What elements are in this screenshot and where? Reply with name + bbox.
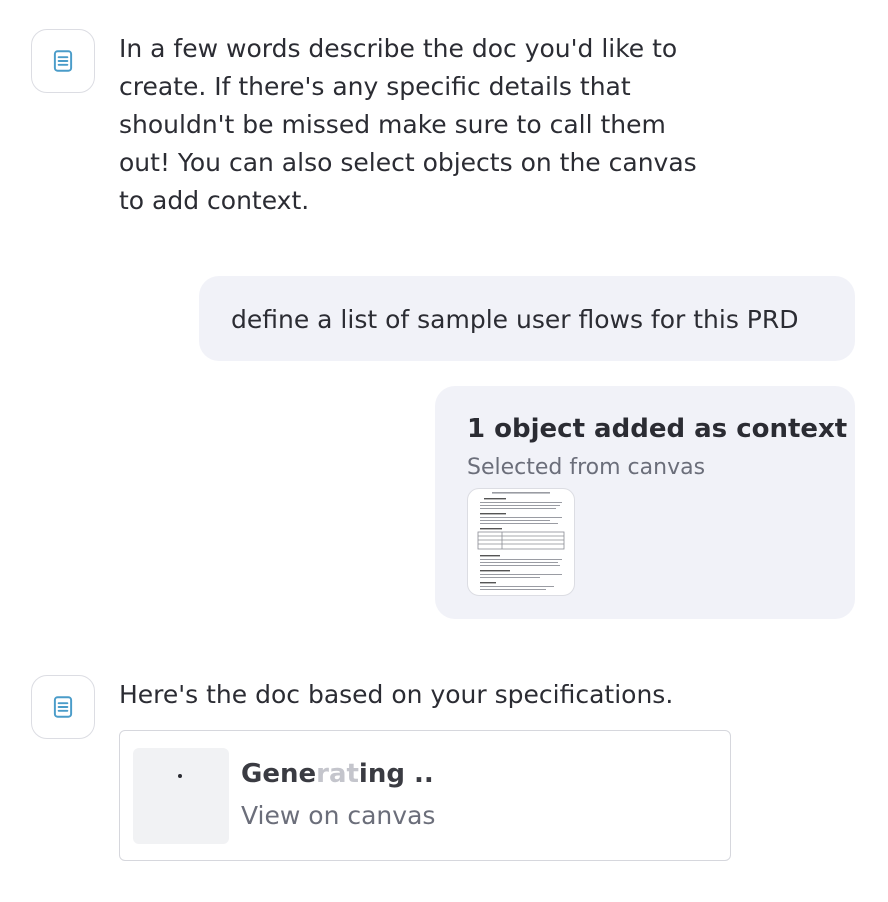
doc-thumbnail-placeholder (133, 748, 229, 844)
assistant-intro-message: In a few words describe the doc you'd li… (119, 30, 697, 220)
doc-status-faded: rat (316, 759, 359, 789)
loading-indicator-icon (178, 774, 182, 778)
message-line: create. If there's any specific details … (119, 72, 631, 101)
doc-status-title: Generating .. (241, 759, 434, 789)
assistant-reply-message: Here's the doc based on your specificati… (119, 680, 674, 709)
assistant-avatar (31, 29, 95, 93)
message-line: In a few words describe the doc you'd li… (119, 34, 678, 63)
message-line: to add context. (119, 186, 310, 215)
context-subtitle: Selected from canvas (467, 455, 706, 480)
user-message-text: define a list of sample user flows for t… (231, 305, 799, 334)
message-line: out! You can also select objects on the … (119, 148, 697, 177)
chat-thread: In a few words describe the doc you'd li… (0, 0, 888, 902)
user-message-bubble: define a list of sample user flows for t… (199, 276, 855, 361)
document-preview-thumbnail (477, 492, 565, 590)
generated-doc-card[interactable]: Generating .. View on canvas (119, 730, 731, 861)
view-on-canvas-link[interactable]: View on canvas (241, 801, 435, 830)
document-icon (53, 50, 73, 72)
doc-status-visible: Gene (241, 759, 317, 789)
context-title: 1 object added as context (467, 414, 848, 444)
context-object-thumbnail[interactable] (467, 488, 575, 596)
context-card: 1 object added as context Selected from … (435, 386, 855, 619)
document-icon (53, 696, 73, 718)
assistant-avatar (31, 675, 95, 739)
doc-status-end: ing .. (358, 759, 434, 789)
message-line: shouldn't be missed make sure to call th… (119, 110, 666, 139)
